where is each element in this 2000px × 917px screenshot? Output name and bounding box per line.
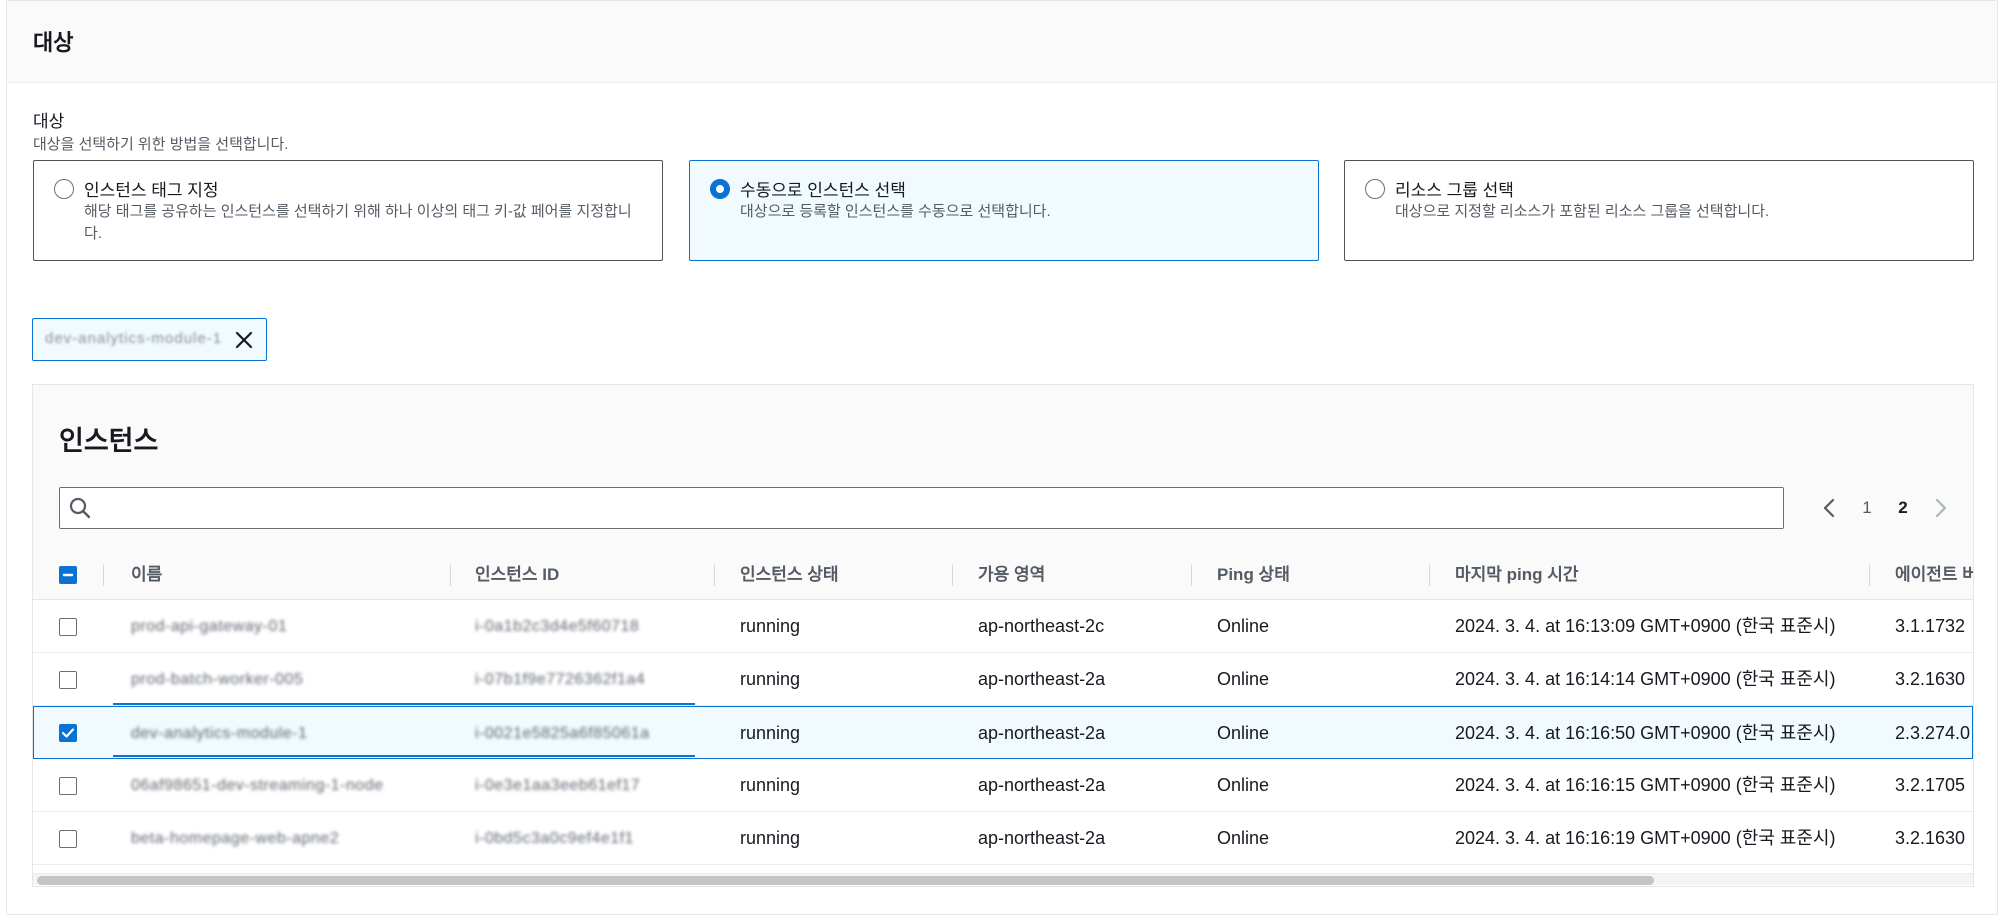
row-checkbox[interactable] xyxy=(59,830,77,848)
row-checkbox-checked[interactable] xyxy=(59,724,77,742)
radio-button[interactable] xyxy=(54,179,74,199)
close-icon[interactable] xyxy=(229,325,259,355)
row-checkbox[interactable] xyxy=(59,671,77,689)
column-header-instance-id[interactable]: 인스턴스 ID xyxy=(475,550,559,600)
column-header-agent-version[interactable]: 에이전트 버전 xyxy=(1895,550,1973,600)
tile-choose-instances-manually[interactable]: 수동으로 인스턴스 선택 대상으로 등록할 인스턴스를 수동으로 선택합니다. xyxy=(689,160,1319,261)
token-label: dev-analytics-module-1 xyxy=(45,330,223,347)
tile-title: 수동으로 인스턴스 선택 xyxy=(740,181,906,200)
row-hover-underline xyxy=(113,755,695,757)
cell-state: running xyxy=(740,616,801,636)
cell-name: dev-analytics-module-1 xyxy=(131,725,308,742)
container-header: 대상 xyxy=(7,1,1997,83)
table-header: 이름 인스턴스 ID 인스턴스 상태 가용 영역 Ping 상태 마지막 pin… xyxy=(33,550,1973,600)
tile-choose-resource-group[interactable]: 리소스 그룹 선택 대상으로 지정할 리소스가 포함된 리소스 그룹을 선택합니… xyxy=(1344,160,1974,261)
column-divider[interactable] xyxy=(1869,564,1870,586)
tile-title: 리소스 그룹 선택 xyxy=(1395,181,1514,200)
pagination: 1 2 xyxy=(1813,487,1963,529)
column-divider[interactable] xyxy=(1429,564,1430,586)
cell-availability-zone: ap-northeast-2a xyxy=(978,669,1106,689)
cell-name: beta-homepage-web-apne2 xyxy=(131,830,340,847)
container-title: 대상 xyxy=(33,30,74,55)
cell-name: 06af98651-dev-streaming-1-node xyxy=(131,777,384,794)
chevron-right-icon[interactable] xyxy=(1925,487,1957,529)
cell-ping-status: Online xyxy=(1217,828,1270,848)
column-divider[interactable] xyxy=(714,564,715,586)
search-field[interactable] xyxy=(59,487,1784,529)
minus-icon xyxy=(62,573,74,577)
cell-last-ping-time: 2024. 3. 4. at 16:16:15 GMT+0900 (한국 표준시… xyxy=(1455,775,1836,795)
cell-last-ping-time: 2024. 3. 4. at 16:14:14 GMT+0900 (한국 표준시… xyxy=(1455,669,1836,689)
cell-agent-version: 3.2.1630 xyxy=(1895,669,1966,689)
column-divider[interactable] xyxy=(450,564,451,586)
cell-instance-id[interactable]: i-0021e5825a6f85061a xyxy=(475,707,695,760)
table-row[interactable]: prod-batch-worker-005 i-07b1f9e7726362f1… xyxy=(33,653,1973,706)
tile-description: 대상으로 등록할 인스턴스를 수동으로 선택합니다. xyxy=(740,203,1051,220)
selected-instance-token: dev-analytics-module-1 xyxy=(32,318,267,361)
cell-agent-version: 3.2.1705 xyxy=(1895,775,1966,795)
cell-agent-version: 2.3.274.0 xyxy=(1895,723,1971,743)
cell-name: prod-api-gateway-01 xyxy=(131,618,288,635)
cell-availability-zone: ap-northeast-2a xyxy=(978,775,1106,795)
select-all-checkbox[interactable] xyxy=(59,566,77,584)
column-header-name[interactable]: 이름 xyxy=(131,550,162,600)
table-row[interactable]: beta-homepage-web-apne2 i-0bd5c3a0c9ef4e… xyxy=(33,812,1973,865)
cell-instance-id[interactable]: i-07b1f9e7726362f1a4 xyxy=(475,653,695,706)
table-row[interactable]: 06af98651-dev-streaming-1-node i-0e3e1aa… xyxy=(33,759,1973,812)
column-header-availability-zone[interactable]: 가용 영역 xyxy=(978,550,1045,600)
cell-last-ping-time: 2024. 3. 4. at 16:13:09 GMT+0900 (한국 표준시… xyxy=(1455,616,1836,636)
search-icon xyxy=(68,496,92,520)
cell-availability-zone: ap-northeast-2a xyxy=(978,723,1106,743)
column-header-ping-status[interactable]: Ping 상태 xyxy=(1217,550,1290,600)
cell-state: running xyxy=(740,723,801,743)
scrollbar-thumb[interactable] xyxy=(37,876,1654,885)
row-hover-underline xyxy=(113,703,695,705)
cell-state: running xyxy=(740,669,801,689)
cell-last-ping-time: 2024. 3. 4. at 16:16:50 GMT+0900 (한국 표준시… xyxy=(1455,723,1836,743)
horizontal-scrollbar[interactable] xyxy=(33,873,1973,885)
cell-state: running xyxy=(740,775,801,795)
page-1-button[interactable]: 1 xyxy=(1851,487,1883,529)
page-2-button[interactable]: 2 xyxy=(1887,487,1919,529)
row-checkbox[interactable] xyxy=(59,777,77,795)
cell-instance-id[interactable]: i-0a1b2c3d4e5f60718 xyxy=(475,600,695,653)
cell-instance-id[interactable]: i-0e3e1aa3eeb61ef17 xyxy=(475,759,695,812)
cell-availability-zone: ap-northeast-2a xyxy=(978,828,1106,848)
cell-agent-version: 3.1.1732 xyxy=(1895,616,1966,636)
column-divider xyxy=(103,564,104,586)
cell-instance-id[interactable]: i-0bd5c3a0c9ef4e1f1 xyxy=(475,812,695,865)
column-header-instance-state[interactable]: 인스턴스 상태 xyxy=(740,550,839,600)
row-checkbox[interactable] xyxy=(59,618,77,636)
cell-agent-version: 3.2.1630 xyxy=(1895,828,1966,848)
tile-title: 인스턴스 태그 지정 xyxy=(84,181,219,200)
cell-ping-status: Online xyxy=(1217,616,1270,636)
instances-table-container: 인스턴스 1 2 이름 인스턴스 ID 인스턴스 상태 가용 영역 Ping 상… xyxy=(32,384,1974,887)
instances-table: 이름 인스턴스 ID 인스턴스 상태 가용 영역 Ping 상태 마지막 pin… xyxy=(33,550,1973,886)
column-divider[interactable] xyxy=(1191,564,1192,586)
cell-ping-status: Online xyxy=(1217,775,1270,795)
column-header-last-ping-time[interactable]: 마지막 ping 시간 xyxy=(1455,550,1579,600)
table-row[interactable]: prod-api-gateway-01 i-0a1b2c3d4e5f60718 … xyxy=(33,600,1973,653)
cell-state: running xyxy=(740,828,801,848)
cell-ping-status: Online xyxy=(1217,723,1270,743)
cell-availability-zone: ap-northeast-2c xyxy=(978,616,1105,636)
cell-name: prod-batch-worker-005 xyxy=(131,671,304,688)
tile-description: 대상으로 지정할 리소스가 포함된 리소스 그룹을 선택합니다. xyxy=(1395,203,1770,220)
radio-button[interactable] xyxy=(1365,179,1385,199)
tile-description: 해당 태그를 공유하는 인스턴스를 선택하기 위해 하나 이상의 태그 키-값 … xyxy=(84,203,632,242)
search-input[interactable] xyxy=(100,492,1770,524)
table-row-selected[interactable]: dev-analytics-module-1 i-0021e5825a6f850… xyxy=(33,706,1973,759)
instances-title: 인스턴스 xyxy=(59,426,159,456)
cell-last-ping-time: 2024. 3. 4. at 16:16:19 GMT+0900 (한국 표준시… xyxy=(1455,828,1836,848)
cell-ping-status: Online xyxy=(1217,669,1270,689)
radio-button-selected[interactable] xyxy=(710,179,730,199)
targets-field-description: 대상을 선택하기 위한 방법을 선택합니다. xyxy=(33,136,289,153)
tile-specify-instance-tags[interactable]: 인스턴스 태그 지정 해당 태그를 공유하는 인스턴스를 선택하기 위해 하나 … xyxy=(33,160,663,261)
targets-field-label: 대상 xyxy=(33,112,65,131)
chevron-left-icon[interactable] xyxy=(1813,487,1845,529)
check-icon xyxy=(61,728,75,738)
column-divider[interactable] xyxy=(952,564,953,586)
